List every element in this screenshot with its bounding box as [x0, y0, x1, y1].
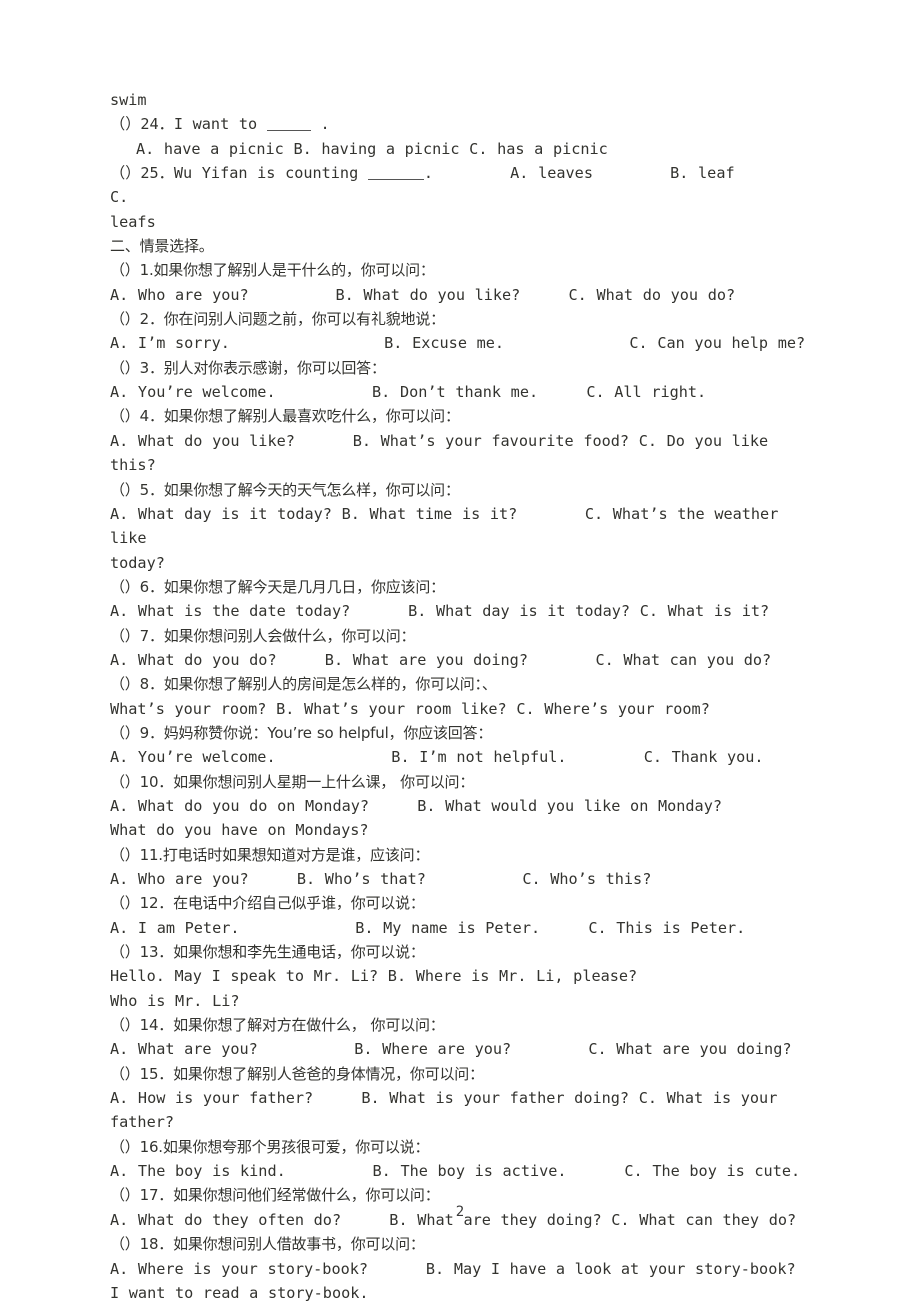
text-line-options-8: What’s your room? B. What’s your room li…: [110, 699, 710, 718]
question-24-suffix: .: [310, 115, 330, 134]
text-line-options-6: A. What is the date today? B. What day i…: [110, 602, 770, 621]
text-line-question-14: （）14．如果你想了解对方在做什么， 你可以问：: [110, 1016, 445, 1035]
fill-in-blank: [367, 179, 424, 181]
text-line-question-2: （）2．你在问别人问题之前，你可以有礼貌地说：: [110, 310, 445, 329]
page-number: 2: [455, 1204, 465, 1220]
text-line: leafs: [110, 212, 156, 231]
text-line-question-1: （）1.如果你想了解别人是干什么的，你可以问：: [110, 261, 435, 280]
text-line-question-3: （）3．别人对你表示感谢，你可以回答：: [110, 358, 386, 377]
text-line-options-11: A. Who are you? B. Who’s that? C. Who’s …: [110, 870, 652, 888]
text-line-options-5: A. What day is it today? B. What time is…: [110, 504, 788, 548]
text-line-options-15: A. How is your father? B. What is your f…: [110, 1089, 787, 1132]
text-line-question-5: （）5．如果你想了解今天的天气怎么样，你可以问：: [110, 480, 460, 499]
text-line-question-8: （）8．如果你想了解别人的房间是怎么样的，你可以问：、: [110, 675, 497, 694]
text-line-options-12: A. I am Peter. B. My name is Peter. C. T…: [110, 918, 746, 937]
text-line-question-25: （）25．Wu Yifan is counting . A. leaves B.…: [110, 161, 816, 210]
text-line-question-10: （）10．如果你想问别人星期一上什么课， 你可以问：: [110, 772, 475, 791]
text-line-options-7: A. What do you do? B. What are you doing…: [110, 650, 772, 669]
text-line-question-18: （）18．如果你想问别人借故事书，你可以问：: [110, 1235, 425, 1254]
text-line-options-10: A. What do you do on Monday? B. What wou…: [110, 796, 722, 815]
text-line-question-24: （）24．I want to .: [110, 112, 816, 136]
text-line-options-4: A. What do you like? B. What’s your favo…: [110, 431, 778, 475]
text-line-question-15: （）15．如果你想了解别人爸爸的身体情况，你可以问：: [110, 1064, 484, 1083]
text-line-question-6: （）6．如果你想了解今天是几月几日，你应该问：: [110, 577, 445, 596]
text-line: swim: [110, 91, 147, 109]
text-line-question-16: （）16.如果你想夸那个男孩很可爱，你可以说：: [110, 1137, 430, 1156]
text-line-options-5-cont: today?: [110, 553, 165, 572]
text-line-options-14: A. What are you? B. Where are you? C. Wh…: [110, 1040, 792, 1059]
text-line-question-7: （）7．如果你想问别人会做什么，你可以问：: [110, 626, 416, 645]
text-line-question-9: （）9．妈妈称赞你说：You’re so helpful，你应该回答：: [110, 723, 493, 742]
fill-in-blank: [266, 130, 311, 132]
text-line-options-13-cont: Who is Mr. Li?: [110, 991, 240, 1010]
text-line-options-1: A. Who are you? B. What do you like? C. …: [110, 285, 736, 304]
text-line-question-12: （）12．在电话中介绍自己似乎谁，你可以说：: [110, 894, 425, 913]
text-line-options-10-cont: What do you have on Mondays?: [110, 821, 369, 840]
text-line-options-18: A. Where is your story-book? B. May I ha…: [110, 1259, 796, 1278]
text-line-options-2: A. I’m sorry. B. Excuse me. C. Can you h…: [110, 334, 806, 353]
text-line-question-11: （）11.打电话时如果想知道对方是谁，应该问：: [110, 845, 430, 864]
text-line-options-24: A. have a picnic B. having a picnic C. h…: [136, 139, 608, 158]
question-24-prefix: （）24．I want to: [110, 115, 267, 134]
text-line-options-9: A. You’re welcome. B. I’m not helpful. C…: [110, 748, 764, 767]
document-page: swim （）24．I want to . A. have a picnic B…: [0, 0, 920, 1302]
question-25-prefix: （）25．Wu Yifan is counting: [110, 164, 368, 183]
text-line-options-13: Hello. May I speak to Mr. Li? B. Where i…: [110, 967, 638, 986]
text-line-options-16: A. The boy is kind. B. The boy is active…: [110, 1162, 801, 1181]
text-line-options-18-cont: I want to read a story-book.: [110, 1283, 369, 1302]
text-line-question-13: （）13．如果你想和李先生通电话，你可以说：: [110, 943, 425, 962]
section-heading-2: 二、情景选择。: [110, 237, 214, 256]
text-line-options-3: A. You’re welcome. B. Don’t thank me. C.…: [110, 383, 707, 402]
text-line-question-4: （）4．如果你想了解别人最喜欢吃什么，你可以问：: [110, 407, 460, 426]
document-text-body: swim （）24．I want to . A. have a picnic B…: [110, 88, 816, 1305]
